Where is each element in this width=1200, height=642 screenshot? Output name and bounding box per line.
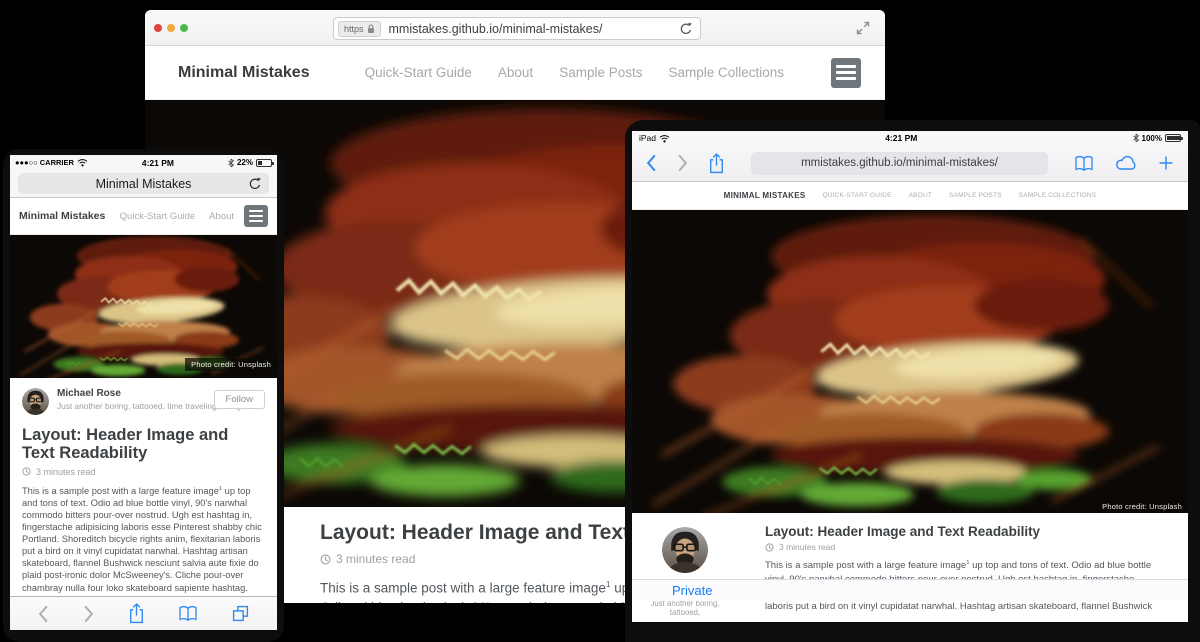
author-avatar [662, 527, 708, 573]
clock-icon [22, 467, 31, 476]
tabs-icon[interactable] [232, 605, 249, 622]
nav-about[interactable]: About [209, 211, 234, 222]
nav-quick-start-guide[interactable]: Quick-Start Guide [365, 65, 472, 80]
photo-credit: Photo credit: Unsplash [1096, 500, 1188, 513]
nav-quick-start-guide[interactable]: QUICK-START GUIDE [823, 192, 892, 199]
site-masthead: Minimal Mistakes Quick-Start Guide About… [145, 46, 885, 100]
bookmarks-icon[interactable] [1074, 155, 1094, 172]
safari-toolbar: mmistakes.github.io/minimal-mistakes/ [632, 145, 1188, 182]
battery-icon [256, 159, 272, 167]
post-paragraph: This is a sample post with a large featu… [22, 485, 265, 593]
lock-icon [367, 24, 375, 34]
hamburger-menu-button[interactable] [244, 205, 268, 227]
leaves-photo [632, 210, 1188, 513]
minimize-window-button[interactable] [167, 24, 175, 32]
site-logo[interactable]: Minimal Mistakes [178, 64, 310, 82]
read-time: 3 minutes read [779, 542, 835, 552]
mockup-canvas: https mmistakes.github.io/minimal-mistak… [0, 0, 1200, 642]
device-label: iPad [639, 133, 656, 143]
iphone-screen: ●●●○○ CARRIER 4:21 PM 22% Minimal Mistak… [10, 155, 277, 630]
ipad-screen: iPad 4:21 PM 100% mmistakes.github.io/mi… [632, 131, 1188, 622]
post-meta: 3 minutes read [765, 542, 1175, 552]
fullscreen-icon[interactable] [855, 20, 871, 36]
battery-percent: 22% [237, 158, 253, 167]
post-content: Michael Rose Just another boring, tattoo… [632, 513, 1188, 601]
clock-icon [765, 543, 774, 552]
status-time: 4:21 PM [670, 133, 1133, 143]
page-title: Minimal Mistakes [96, 177, 192, 191]
address-field[interactable]: mmistakes.github.io/minimal-mistakes/ [751, 152, 1048, 175]
private-label[interactable]: Private [672, 580, 712, 601]
hamburger-menu-button[interactable] [831, 58, 861, 88]
https-badge: https [338, 21, 381, 37]
forward-icon[interactable] [677, 154, 688, 172]
author-bio: Just another boring, tattooed, [642, 599, 728, 617]
iphone-status-bar: ●●●○○ CARRIER 4:21 PM 22% [10, 155, 277, 170]
leaves-photo [10, 235, 277, 378]
nav-about[interactable]: About [498, 65, 533, 80]
back-icon[interactable] [38, 605, 49, 623]
header-image: Photo credit: Unsplash [632, 210, 1188, 513]
reload-icon[interactable] [248, 177, 262, 191]
ipad-device: iPad 4:21 PM 100% mmistakes.github.io/mi… [625, 120, 1200, 642]
bookmarks-icon[interactable] [178, 605, 198, 622]
desktop-browser-toolbar: https mmistakes.github.io/minimal-mistak… [145, 10, 885, 46]
site-logo[interactable]: MINIMAL MISTAKES [724, 191, 806, 200]
nav-sample-posts[interactable]: SAMPLE POSTS [949, 192, 1002, 199]
author-avatar [22, 388, 49, 415]
bluetooth-icon [1133, 133, 1139, 143]
author-block: Michael Rose Just another boring, tattoo… [642, 527, 728, 617]
reload-icon[interactable] [679, 22, 693, 36]
safari-bottom-toolbar [10, 596, 277, 630]
read-time: 3 minutes read [36, 467, 96, 477]
read-time: 3 minutes read [336, 552, 415, 566]
clock-icon [320, 554, 331, 565]
site-logo[interactable]: Minimal Mistakes [19, 210, 105, 222]
cloud-icon[interactable] [1114, 155, 1138, 171]
post-title: Layout: Header Image and Text Readabilit… [765, 524, 1175, 539]
wifi-icon [659, 134, 670, 143]
site-nav: Quick-Start Guide About [120, 211, 234, 222]
address-bar[interactable]: https mmistakes.github.io/minimal-mistak… [333, 17, 701, 40]
post-meta: 3 minutes read [22, 467, 265, 477]
carrier-signal-label: ●●●○○ CARRIER [15, 158, 74, 167]
post-content: Michael Rose Just another boring, tattoo… [10, 378, 277, 609]
status-time: 4:21 PM [88, 158, 228, 168]
private-browsing-bar: Private [632, 579, 1188, 601]
photo-credit: Photo credit: Unsplash [185, 358, 277, 371]
site-nav: Quick-Start Guide About Sample Posts Sam… [365, 65, 784, 80]
battery-icon [1165, 134, 1181, 142]
url-text: mmistakes.github.io/minimal-mistakes/ [389, 22, 603, 36]
nav-about[interactable]: ABOUT [909, 192, 932, 199]
site-masthead: MINIMAL MISTAKES QUICK-START GUIDE ABOUT… [632, 182, 1188, 210]
nav-sample-collections[interactable]: SAMPLE COLLECTIONS [1019, 192, 1097, 199]
zoom-window-button[interactable] [180, 24, 188, 32]
follow-button[interactable]: Follow [214, 390, 265, 409]
nav-sample-posts[interactable]: Sample Posts [559, 65, 642, 80]
bluetooth-icon [228, 158, 234, 168]
post-title: Layout: Header Image and Text Readabilit… [22, 426, 265, 463]
ipad-status-bar: iPad 4:21 PM 100% [632, 131, 1188, 145]
site-masthead: Minimal Mistakes Quick-Start Guide About [10, 198, 277, 235]
back-icon[interactable] [646, 154, 657, 172]
iphone-device: ●●●○○ CARRIER 4:21 PM 22% Minimal Mistak… [3, 149, 284, 642]
wifi-icon [77, 158, 88, 167]
url-text: mmistakes.github.io/minimal-mistakes/ [801, 157, 998, 169]
forward-icon[interactable] [83, 605, 94, 623]
share-icon[interactable] [128, 603, 145, 624]
header-image: Photo credit: Unsplash [10, 235, 277, 378]
address-field[interactable]: Minimal Mistakes [18, 173, 269, 194]
close-window-button[interactable] [154, 24, 162, 32]
nav-sample-collections[interactable]: Sample Collections [668, 65, 784, 80]
nav-quick-start-guide[interactable]: Quick-Start Guide [120, 211, 196, 222]
iphone-url-bar: Minimal Mistakes [10, 170, 277, 198]
share-icon[interactable] [708, 153, 725, 174]
https-label: https [344, 24, 364, 34]
battery-percent: 100% [1142, 134, 1162, 143]
new-tab-icon[interactable] [1158, 155, 1174, 171]
